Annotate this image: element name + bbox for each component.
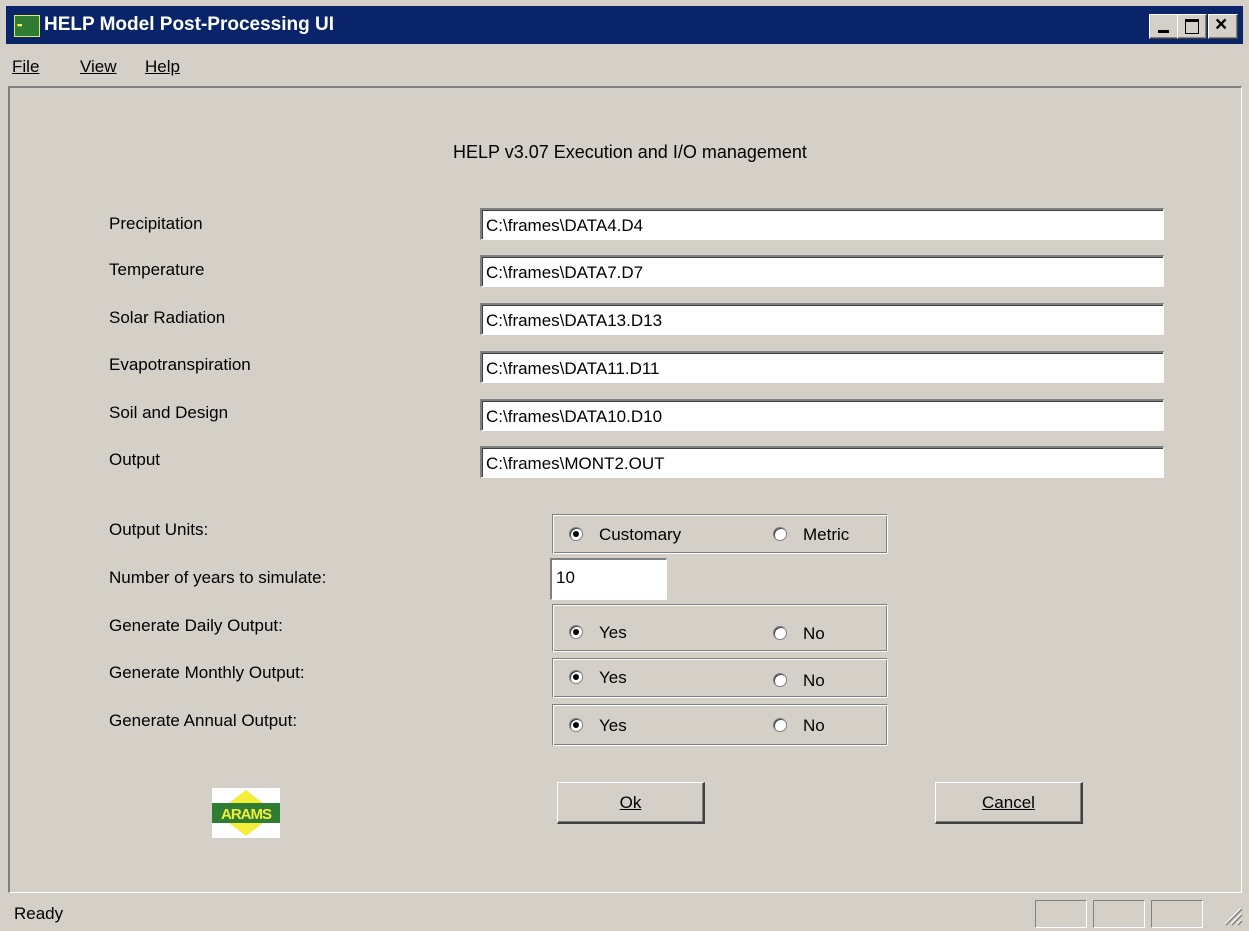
monthly-yes-label: Yes	[599, 668, 627, 687]
solar-radiation-label: Solar Radiation	[109, 308, 226, 327]
resize-grip-icon[interactable]	[1219, 902, 1243, 926]
menu-file-label: File	[12, 57, 40, 76]
output-units-group: Customary Metric	[552, 514, 888, 554]
radio-unchecked-icon	[773, 626, 787, 640]
radio-unchecked-icon	[773, 718, 787, 732]
units-metric-label: Metric	[803, 525, 850, 544]
menu-file[interactable]: File	[12, 57, 39, 77]
app-window: ▪▪ HELP Model Post-Processing UI × File …	[0, 0, 1249, 931]
status-pane-2	[1093, 900, 1145, 928]
close-icon: ×	[1215, 13, 1228, 36]
ok-button-label: Ok	[619, 793, 642, 812]
monthly-output-group: Yes No	[552, 658, 888, 698]
daily-yes-radio[interactable]: Yes	[569, 623, 627, 643]
cancel-button[interactable]: Cancel	[935, 782, 1083, 824]
annual-output-group: Yes No	[552, 704, 888, 746]
precipitation-label: Precipitation	[109, 214, 203, 233]
radio-unchecked-icon	[773, 673, 787, 687]
evapotranspiration-input[interactable]: C:\frames\DATA11.D11	[480, 351, 1164, 383]
years-input[interactable]: 10	[550, 558, 667, 600]
minimize-button[interactable]	[1149, 14, 1179, 39]
solar-radiation-input[interactable]: C:\frames\DATA13.D13	[480, 303, 1164, 335]
annual-yes-radio[interactable]: Yes	[569, 716, 627, 736]
menu-help[interactable]: Help	[145, 57, 180, 77]
radio-checked-icon	[569, 625, 583, 639]
radio-checked-icon	[569, 527, 583, 541]
status-pane-3	[1151, 900, 1203, 928]
monthly-output-label: Generate Monthly Output:	[109, 663, 305, 682]
status-pane-1	[1035, 900, 1087, 928]
daily-output-label: Generate Daily Output:	[109, 616, 283, 635]
evapotranspiration-label: Evapotranspiration	[109, 355, 251, 374]
page-heading: HELP v3.07 Execution and I/O management	[453, 142, 807, 162]
monthly-no-label: No	[803, 671, 825, 690]
status-text: Ready	[14, 904, 64, 923]
output-units-label: Output Units:	[109, 520, 209, 539]
radio-checked-icon	[569, 670, 583, 684]
arams-logo: ARAMS	[212, 788, 280, 838]
daily-output-group: Yes No	[552, 604, 888, 652]
app-icon[interactable]: ▪▪	[14, 15, 40, 37]
menu-view-label: View	[80, 57, 117, 76]
soil-design-label: Soil and Design	[109, 403, 229, 422]
monthly-no-radio[interactable]: No	[773, 671, 825, 691]
temperature-input[interactable]: C:\frames\DATA7.D7	[480, 255, 1164, 287]
precipitation-input[interactable]: C:\frames\DATA4.D4	[480, 208, 1164, 240]
app-icon-mark: ▪▪	[17, 20, 22, 30]
main-panel: HELP v3.07 Execution and I/O management …	[8, 86, 1242, 893]
radio-unchecked-icon	[773, 527, 787, 541]
close-button[interactable]: ×	[1208, 13, 1238, 39]
cancel-button-label: Cancel	[982, 793, 1035, 812]
radio-checked-icon	[569, 718, 583, 732]
monthly-yes-radio[interactable]: Yes	[569, 668, 627, 688]
annual-no-label: No	[803, 716, 825, 735]
output-label: Output	[109, 450, 161, 469]
daily-yes-label: Yes	[599, 623, 627, 642]
years-label: Number of years to simulate:	[109, 568, 327, 587]
units-metric-radio[interactable]: Metric	[773, 525, 849, 545]
temperature-label: Temperature	[109, 260, 205, 279]
annual-no-radio[interactable]: No	[773, 716, 825, 736]
annual-output-label: Generate Annual Output:	[109, 711, 298, 730]
menu-view[interactable]: View	[80, 57, 117, 77]
window-title: HELP Model Post-Processing UI	[44, 14, 334, 35]
ok-button[interactable]: Ok	[557, 782, 705, 824]
logo-text: ARAMS	[221, 806, 272, 823]
menu-help-label: Help	[145, 57, 180, 76]
soil-design-input[interactable]: C:\frames\DATA10.D10	[480, 399, 1164, 431]
status-bar: Ready	[0, 896, 1249, 931]
daily-no-label: No	[803, 624, 825, 643]
annual-yes-label: Yes	[599, 716, 627, 735]
units-customary-radio[interactable]: Customary	[569, 525, 681, 545]
maximize-button[interactable]	[1177, 14, 1207, 39]
units-customary-label: Customary	[599, 525, 682, 544]
output-input[interactable]: C:\frames\MONT2.OUT	[480, 446, 1164, 478]
title-bar[interactable]: ▪▪ HELP Model Post-Processing UI ×	[6, 6, 1243, 44]
daily-no-radio[interactable]: No	[773, 624, 825, 644]
